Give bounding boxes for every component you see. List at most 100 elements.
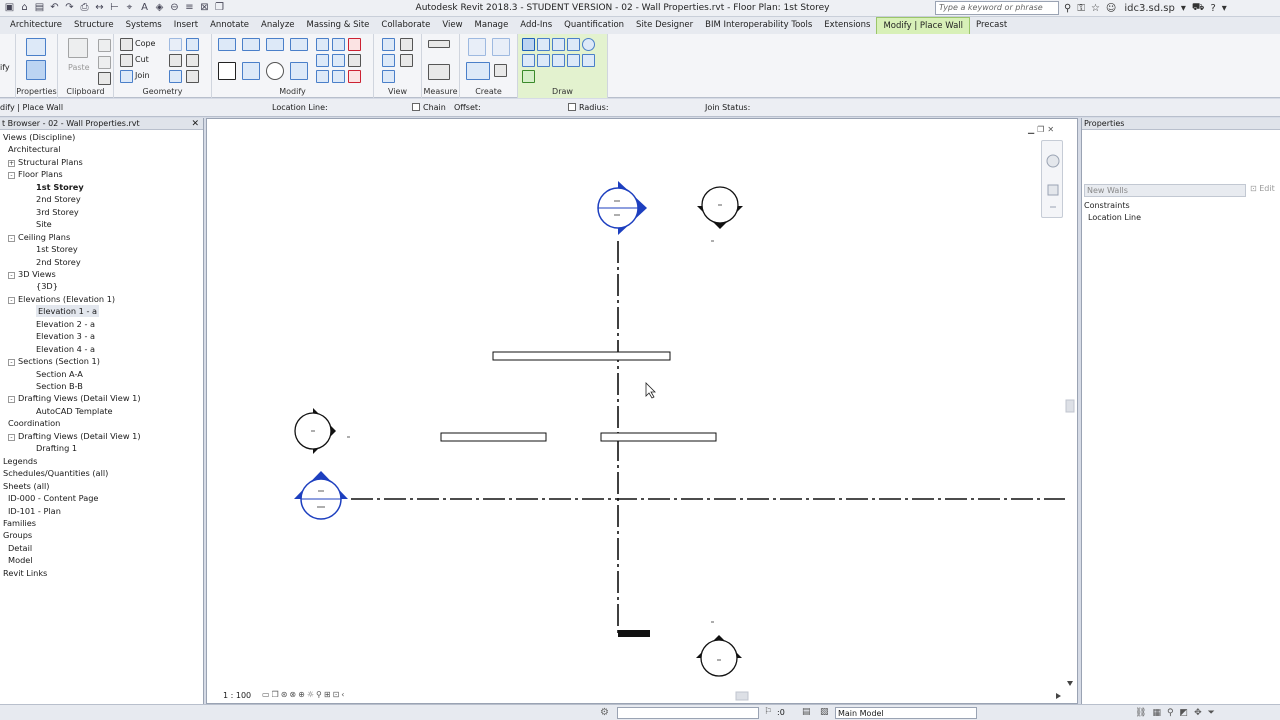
browser-item[interactable]: Views (Discipline) <box>3 131 75 143</box>
vertical-scrollbar[interactable] <box>1064 128 1076 690</box>
trim-single-icon[interactable] <box>332 70 345 83</box>
browser-item[interactable]: -3D Views <box>8 268 56 280</box>
browser-item[interactable]: {3D} <box>36 280 58 292</box>
delete-icon[interactable] <box>348 70 361 83</box>
browser-item[interactable]: Elevation 1 - a <box>36 305 100 318</box>
pick-faces-icon[interactable] <box>522 70 535 83</box>
editable-icon[interactable]: ⚐ <box>764 707 772 717</box>
cut-label[interactable]: Cut <box>135 55 149 64</box>
create-similar-icon[interactable] <box>494 64 507 77</box>
scroll-right-icon[interactable] <box>1056 693 1061 699</box>
select-underlay-icon[interactable]: ▦ <box>1152 708 1161 718</box>
worksets-icon[interactable]: ⚙ <box>600 707 609 718</box>
browser-item[interactable]: Model <box>8 554 33 566</box>
tab-structure[interactable]: Structure <box>68 17 120 34</box>
unpin-icon[interactable] <box>348 38 361 51</box>
elevation-marker-east[interactable] <box>697 186 743 242</box>
match-type-icon[interactable] <box>98 72 111 85</box>
browser-item[interactable]: AutoCAD Template <box>36 405 113 417</box>
tangent-arc-icon[interactable] <box>552 54 565 67</box>
filter-icon[interactable] <box>400 54 413 67</box>
chevron-down-icon[interactable]: ▾ <box>1222 3 1227 14</box>
hide-icon[interactable] <box>382 38 395 51</box>
measure-distance-icon[interactable] <box>428 40 450 48</box>
tab-collaborate[interactable]: Collaborate <box>375 17 436 34</box>
collapse-icon[interactable]: - <box>8 271 15 279</box>
trim-multiple-icon[interactable] <box>316 70 329 83</box>
minimize-icon[interactable]: ▁ <box>1028 125 1034 134</box>
browser-item[interactable]: Schedules/Quantities (all) <box>3 467 108 479</box>
mirror-draw-icon[interactable] <box>290 38 308 51</box>
chevron-down-icon[interactable]: ▾ <box>1181 3 1186 14</box>
inscribed-polygon-icon[interactable] <box>552 38 565 51</box>
chain-checkbox-box[interactable] <box>412 103 420 111</box>
collapse-icon[interactable]: - <box>8 172 15 180</box>
tab-modify-place-wall[interactable]: Modify | Place Wall <box>876 17 970 34</box>
collapse-icon[interactable]: - <box>8 296 15 304</box>
chain-checkbox[interactable]: Chain <box>412 103 446 112</box>
linework-icon[interactable] <box>382 54 395 67</box>
browser-item[interactable]: - Ceiling Plans <box>8 231 70 243</box>
split-icon[interactable] <box>316 38 329 51</box>
align-icon[interactable] <box>218 38 236 51</box>
select-by-face-icon[interactable]: ◩ <box>1180 708 1189 718</box>
override-icon[interactable] <box>400 38 413 51</box>
browser-item[interactable]: Families <box>3 517 36 529</box>
browser-item[interactable]: Site <box>36 218 52 230</box>
cut-clipboard-icon[interactable] <box>98 39 111 52</box>
browser-item[interactable]: Coordination <box>8 417 60 429</box>
elevation-marker-west[interactable] <box>294 408 350 454</box>
circle-tool-icon[interactable] <box>582 38 595 51</box>
browser-item[interactable]: Drafting 1 <box>36 442 77 454</box>
demolish-icon[interactable] <box>186 54 199 67</box>
paste-icon[interactable] <box>68 38 88 58</box>
tab-site-designer[interactable]: Site Designer <box>630 17 699 34</box>
cope-icon[interactable] <box>120 38 133 51</box>
properties-icon[interactable] <box>26 60 46 80</box>
trim-extend-icon[interactable] <box>290 62 308 80</box>
zoom-icon[interactable] <box>1047 184 1059 196</box>
line-tool-icon[interactable] <box>522 38 535 51</box>
browser-item[interactable]: Elevation 4 - a <box>36 343 95 355</box>
browser-item[interactable]: 2nd Storey <box>36 193 81 205</box>
cut-geometry-icon[interactable] <box>120 54 133 67</box>
favorites-icon[interactable]: ☆ <box>1091 3 1100 14</box>
join-roof-icon[interactable] <box>169 70 182 83</box>
rectangle-tool-icon[interactable] <box>537 38 550 51</box>
collapse-icon[interactable]: - <box>8 234 15 242</box>
pin-icon[interactable] <box>348 54 361 67</box>
cart-icon[interactable]: ⛟ <box>1192 2 1205 15</box>
copy-icon[interactable] <box>242 62 260 80</box>
browser-item[interactable]: - Elevations (Elevation 1) <box>8 293 115 305</box>
remove-paint-icon[interactable] <box>186 70 199 83</box>
radius-checkbox[interactable]: Radius: <box>568 103 609 112</box>
tab-precast[interactable]: Precast <box>970 17 1013 34</box>
mirror-axis-icon[interactable] <box>266 38 284 51</box>
tab-annotate[interactable]: Annotate <box>204 17 255 34</box>
collapse-icon[interactable]: - <box>8 433 15 441</box>
user-name[interactable]: idc3.sd.sp <box>1124 3 1174 14</box>
create-group-icon[interactable] <box>466 62 490 80</box>
browser-item[interactable]: Elevation 3 - a <box>36 330 95 342</box>
browser-item[interactable]: Detail <box>8 542 32 554</box>
create-parts-icon[interactable] <box>492 38 510 56</box>
subscription-icon[interactable]: ⚿ <box>1077 3 1085 14</box>
center-arc-icon[interactable] <box>537 54 550 67</box>
rotate-icon[interactable] <box>266 62 284 80</box>
browser-item[interactable]: - Floor Plans <box>8 168 63 180</box>
join-label[interactable]: Join <box>135 71 150 80</box>
browser-item[interactable]: Groups <box>3 529 32 541</box>
tab-architecture[interactable]: Architecture <box>4 17 68 34</box>
modify-tool-label[interactable]: ify <box>0 63 10 72</box>
pick-lines-icon[interactable] <box>582 54 595 67</box>
elevation-marker-south[interactable] <box>294 471 348 520</box>
tab-quantification[interactable]: Quantification <box>558 17 630 34</box>
tab-massing-site[interactable]: Massing & Site <box>301 17 376 34</box>
close-icon[interactable]: ✕ <box>1047 125 1054 134</box>
isolate-icon[interactable] <box>382 70 395 83</box>
help-icon[interactable]: ? <box>1210 3 1215 14</box>
browser-item[interactable]: ID-000 - Content Page <box>8 492 98 504</box>
browser-item[interactable]: Elevation 2 - a <box>36 318 95 330</box>
aligned-dimension-icon[interactable] <box>428 64 450 80</box>
browser-item[interactable]: - Drafting Views (Detail View 1) <box>8 430 141 442</box>
